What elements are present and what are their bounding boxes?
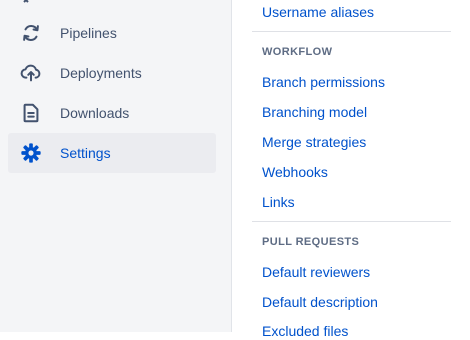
sidebar-item-label: Settings	[60, 145, 111, 161]
deployments-icon	[20, 62, 42, 84]
link-excluded-files[interactable]: Excluded files	[262, 322, 348, 340]
sidebar-item-downloads[interactable]: Downloads	[8, 93, 216, 133]
link-links[interactable]: Links	[262, 193, 295, 211]
downloads-icon	[20, 102, 42, 124]
section-heading-pull-requests: PULL REQUESTS	[262, 236, 360, 248]
sidebar-item-pipelines[interactable]: Pipelines	[8, 13, 216, 53]
link-default-reviewers[interactable]: Default reviewers	[262, 263, 370, 281]
link-default-description[interactable]: Default description	[262, 293, 378, 311]
link-branch-permissions[interactable]: Branch permissions	[262, 73, 385, 91]
sidebar-item-settings[interactable]: Settings	[8, 133, 216, 173]
settings-nav: Username aliases WORKFLOW Branch permiss…	[252, 0, 452, 339]
pipelines-icon	[20, 22, 42, 44]
sidebar-item-label: Downloads	[60, 105, 130, 121]
cropped-nav-icon	[20, 0, 42, 4]
divider	[252, 31, 451, 32]
sidebar-item-deployments[interactable]: Deployments	[8, 53, 216, 93]
link-username-aliases[interactable]: Username aliases	[262, 3, 374, 21]
settings-icon	[20, 142, 42, 164]
divider	[252, 221, 451, 222]
link-merge-strategies[interactable]: Merge strategies	[262, 133, 366, 151]
section-heading-workflow: WORKFLOW	[262, 46, 333, 58]
link-webhooks[interactable]: Webhooks	[262, 163, 328, 181]
sidebar-item-label: Pipelines	[60, 25, 117, 41]
sidebar: Pipelines Deployments Downloads Settings	[0, 0, 232, 332]
link-branching-model[interactable]: Branching model	[262, 103, 367, 121]
sidebar-item-label: Deployments	[60, 65, 142, 81]
